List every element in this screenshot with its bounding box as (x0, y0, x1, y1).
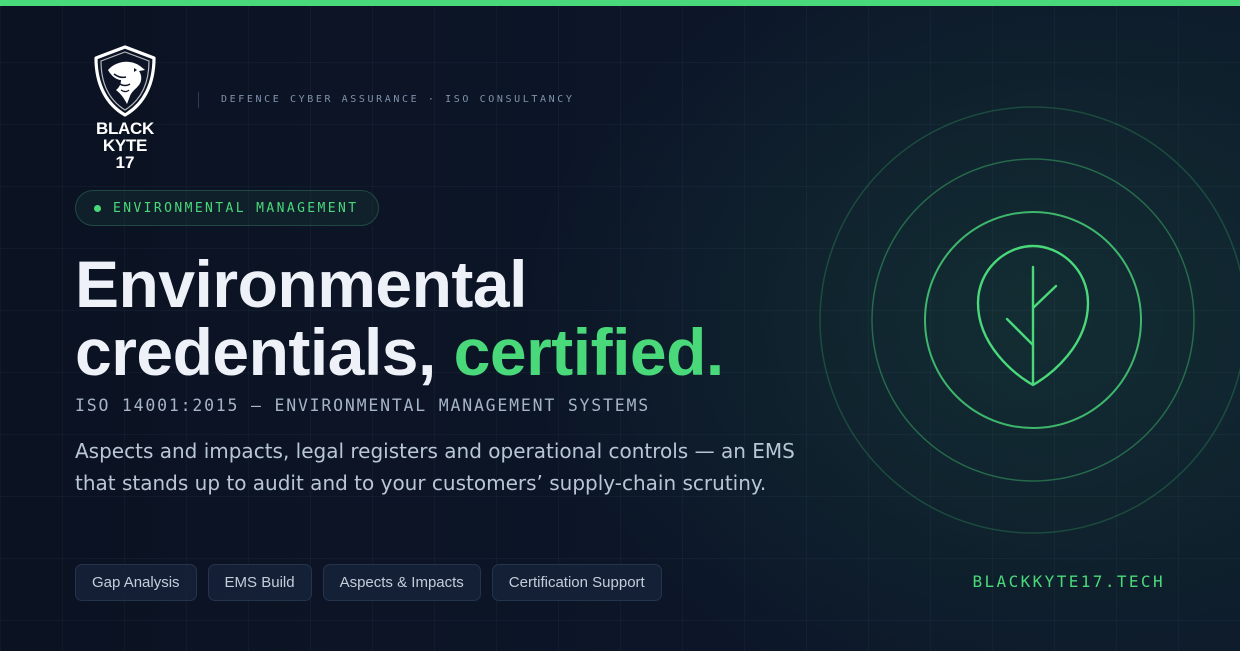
eagle-shield-icon (94, 45, 156, 117)
brand-name: BLACK KYTE (96, 119, 154, 155)
emblem-ring-outer (819, 106, 1240, 534)
service-chip-ems-build[interactable]: EMS Build (207, 564, 312, 601)
brand-logo: BLACK KYTE 17 (74, 44, 176, 171)
service-chip-aspects-impacts[interactable]: Aspects & Impacts (322, 564, 481, 601)
headline-accent: certified. (453, 315, 725, 389)
brand-tagline: DEFENCE CYBER ASSURANCE · ISO CONSULTANC… (221, 94, 575, 105)
tagline-divider (198, 92, 199, 108)
headline-line-1: Environmental (75, 247, 527, 321)
status-dot-icon (94, 204, 101, 212)
leaf-emblem (818, 105, 1240, 535)
headline: Environmental credentials, certified. (75, 250, 724, 386)
top-accent-bar (0, 0, 1240, 6)
standard-subtitle: ISO 14001:2015 — ENVIRONMENTAL MANAGEMEN… (75, 396, 650, 415)
service-chip-gap-analysis[interactable]: Gap Analysis (75, 564, 197, 601)
service-chip-certification-support[interactable]: Certification Support (491, 564, 662, 601)
description: Aspects and impacts, legal registers and… (75, 439, 795, 495)
brand-number: 17 (115, 153, 135, 172)
leaf-icon (976, 244, 1090, 387)
services-list: Gap Analysis EMS Build Aspects & Impacts… (75, 564, 662, 601)
category-badge: ENVIRONMENTAL MANAGEMENT (75, 190, 380, 226)
category-badge-label: ENVIRONMENTAL MANAGEMENT (113, 200, 359, 216)
headline-line-2: credentials, (75, 315, 454, 389)
website-link[interactable]: BLACKKYTE17.TECH (972, 572, 1165, 591)
